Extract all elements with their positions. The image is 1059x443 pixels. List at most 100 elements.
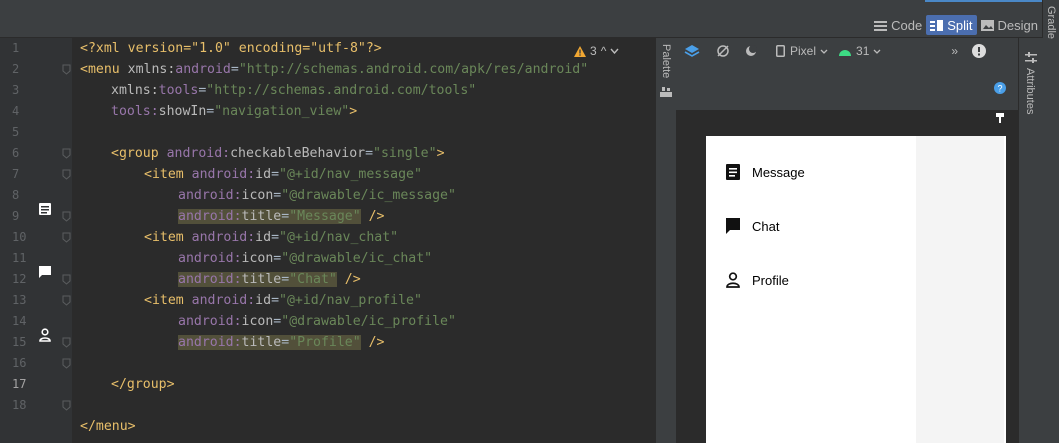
layers-icon[interactable]: [684, 44, 700, 58]
night-mode-icon[interactable]: [744, 44, 758, 58]
code-line-18: </menu>: [80, 416, 136, 437]
gradle-tool-window-strip[interactable]: Gradle: [1042, 0, 1059, 443]
fold-toggle-icon[interactable]: [62, 400, 71, 411]
preview-menu-item-chat[interactable]: Chat: [726, 218, 779, 234]
navigation-view-preview[interactable]: Message Chat Profile: [706, 136, 1006, 443]
attr-name: id: [255, 230, 272, 245]
pin-icon[interactable]: [994, 112, 1006, 124]
design-mode-label: Design: [997, 17, 1038, 33]
code-mode-label: Code: [891, 17, 923, 33]
design-mode-button[interactable]: Design: [977, 15, 1042, 35]
chevron-down-icon: [820, 49, 828, 54]
image-icon: [980, 19, 994, 31]
code-line-14: android:icon="@drawable/ic_profile": [178, 311, 456, 332]
warning-count: 3: [590, 44, 597, 58]
message-icon[interactable]: [38, 202, 52, 216]
inspection-widget[interactable]: 3 ^: [574, 44, 619, 58]
attributes-tab-label[interactable]: Attributes: [1024, 68, 1036, 114]
fold-toggle-icon[interactable]: [62, 274, 71, 285]
equals-sign: =: [281, 335, 290, 350]
previous-highlight-icon[interactable]: ^: [601, 44, 607, 58]
split-mode-button[interactable]: Split: [926, 15, 977, 35]
tag-close: >: [436, 146, 445, 161]
attr-name: title: [241, 209, 282, 224]
split-view-icon: [930, 19, 944, 31]
attr-value: "single": [373, 146, 437, 161]
code-line-13: <item android:id="@+id/nav_profile": [144, 290, 422, 311]
attr-value: "Profile": [289, 335, 361, 350]
device-selector[interactable]: Pixel: [790, 44, 816, 58]
fold-toggle-icon[interactable]: [62, 64, 71, 75]
fold-toggle-icon[interactable]: [62, 211, 71, 222]
view-mode-switcher: Code Split Design: [870, 15, 1042, 35]
line-number: 18: [12, 398, 27, 412]
gradle-tab-label[interactable]: Gradle: [1045, 6, 1057, 39]
attr-namespace: xmlns:: [111, 83, 159, 98]
item-open-tag: <item: [144, 230, 192, 245]
attributes-tool-strip[interactable]: Attributes: [1018, 38, 1043, 443]
code-line-6: <group android:checkableBehavior="single…: [111, 143, 445, 164]
item-open-tag: <item: [144, 167, 192, 182]
attr-name: title: [241, 335, 282, 350]
attr-name: icon: [241, 188, 274, 203]
code-line-7: <item android:id="@+id/nav_message": [144, 164, 422, 185]
code-line-3: xmlns:tools="http://schemas.android.com/…: [111, 80, 476, 101]
fold-toggle-icon[interactable]: [62, 295, 71, 306]
attr-namespace: android:: [178, 314, 242, 329]
palette-icon: [660, 87, 672, 97]
code-line-12: android:title="Chat" />: [178, 269, 361, 290]
line-number: 5: [12, 125, 20, 139]
next-highlight-icon[interactable]: [610, 48, 619, 54]
code-line-16: </group>: [111, 374, 175, 395]
attr-name: title: [241, 272, 282, 287]
line-number: 16: [12, 356, 27, 370]
chat-icon: [726, 218, 740, 234]
preview-menu-item-message[interactable]: Message: [726, 164, 805, 180]
tag-close: />: [360, 335, 385, 350]
code-mode-button[interactable]: Code: [870, 15, 926, 35]
attr-name: icon: [241, 251, 274, 266]
design-toolbar-secondary: ?: [676, 64, 1018, 110]
code-line-11: android:icon="@drawable/ic_chat": [178, 248, 432, 269]
line-number: 2: [12, 62, 20, 76]
profile-icon[interactable]: [38, 328, 52, 342]
xml-code-editor[interactable]: <?xml version="1.0" encoding="utf-8"?> <…: [72, 38, 655, 443]
line-number: 17: [12, 377, 27, 391]
design-toolbar: Pixel 31 »: [676, 38, 1018, 64]
attr-namespace: android:: [191, 293, 256, 308]
blueprint-hidden-icon[interactable]: [716, 44, 730, 58]
attr-name: icon: [241, 314, 274, 329]
content-area: [916, 136, 1004, 443]
fold-toggle-icon[interactable]: [62, 358, 71, 369]
tag-close: />: [336, 272, 361, 287]
attr-namespace: android:: [178, 188, 242, 203]
more-actions-icon[interactable]: »: [951, 44, 958, 58]
preview-menu-item-profile[interactable]: Profile: [726, 272, 789, 288]
fold-toggle-icon[interactable]: [62, 169, 71, 180]
attr-value: "@drawable/ic_message": [281, 188, 456, 203]
equals-sign: =: [281, 209, 290, 224]
fold-toggle-icon[interactable]: [62, 337, 71, 348]
attr-value: "@drawable/ic_chat": [281, 251, 433, 266]
equals-sign: =: [365, 146, 374, 161]
line-number: 6: [12, 146, 20, 160]
fold-toggle-icon[interactable]: [62, 232, 71, 243]
fold-toggle-icon[interactable]: [62, 148, 71, 159]
help-icon[interactable]: ?: [994, 82, 1006, 94]
palette-tool-strip[interactable]: Palette: [655, 38, 677, 443]
attr-namespace: android:: [178, 272, 242, 287]
palette-tab-label[interactable]: Palette: [660, 44, 672, 78]
active-tab-indicator: [925, 0, 1042, 2]
line-number: 10: [12, 230, 27, 244]
attr-namespace: android:: [166, 146, 231, 161]
attr-value: "@+id/nav_message": [279, 167, 422, 182]
attr-value: "Chat": [289, 272, 337, 287]
group-open-tag: <group: [111, 146, 167, 161]
chat-icon[interactable]: [38, 265, 52, 279]
code-lines-icon: [874, 20, 888, 31]
code-line-10: <item android:id="@+id/nav_chat": [144, 227, 398, 248]
line-number: 1: [12, 41, 20, 55]
api-level-selector[interactable]: 31: [856, 44, 869, 58]
issues-icon[interactable]: [972, 44, 987, 58]
code-line-8: android:icon="@drawable/ic_message": [178, 185, 456, 206]
